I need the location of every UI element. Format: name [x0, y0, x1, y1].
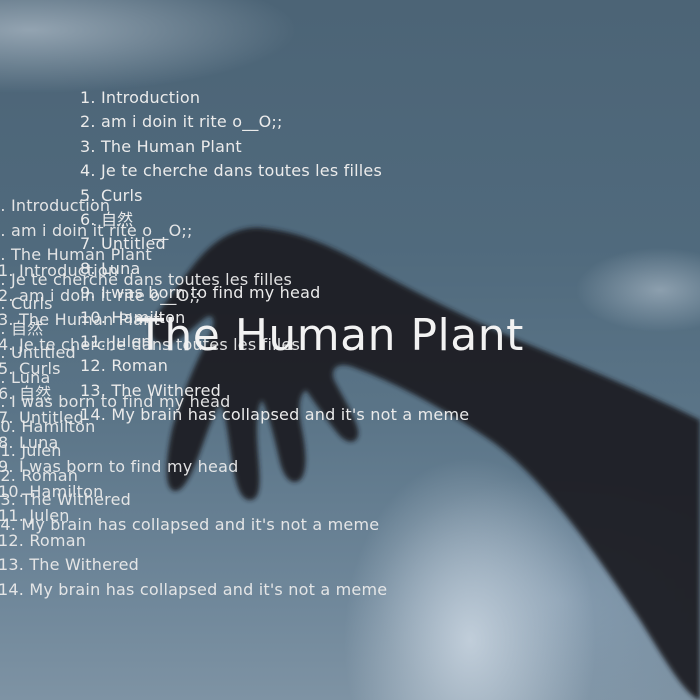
tracklist: 1. Introduction 2. am i doin it rite o__… [80, 86, 469, 427]
list-item: 7. Untitled [80, 234, 166, 254]
list-item: 1. Introduction [80, 88, 201, 107]
album-cover: 1. Introduction 2. am i doin it rite o__… [0, 0, 700, 700]
album-title: The Human Plant [137, 310, 524, 361]
list-item: 13. The Withered [80, 380, 221, 400]
list-item: 3. The Human Plant [80, 136, 242, 156]
list-item: 9. I was born to find my head [80, 283, 321, 303]
list-item: 8. Luna [0, 432, 59, 452]
list-item: 6. 自然 [80, 209, 134, 229]
list-item: 11. Julen [0, 506, 70, 525]
list-item: 8. Luna [80, 258, 141, 278]
list-item: 13. The Withered [0, 555, 139, 574]
list-item: 10. Hamilton [0, 481, 104, 501]
list-item: 9. I was born to find my head [0, 457, 239, 476]
list-item: 14. My brain has collapsed and it's not … [0, 579, 388, 599]
list-item: 14. My brain has collapsed and it's not … [80, 405, 470, 425]
list-item: 4. Je te cherche dans toutes les filles [80, 161, 383, 181]
list-item: 12. Roman [0, 530, 87, 550]
list-item: 5. Curls [80, 185, 143, 205]
list-item: 2. am i doin it rite o__O;; [80, 112, 283, 132]
